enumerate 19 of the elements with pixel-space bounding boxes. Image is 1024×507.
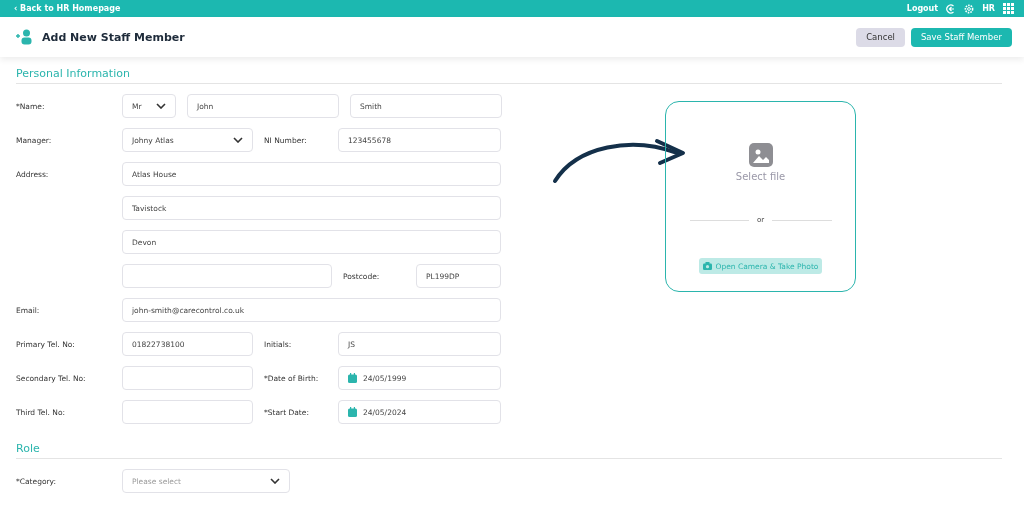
apps-grid-icon[interactable] <box>1003 3 1014 14</box>
logout-icon[interactable] <box>946 3 957 14</box>
calendar-icon <box>348 373 357 383</box>
camera-icon <box>702 262 712 270</box>
image-icon <box>748 143 773 167</box>
section-title: Personal Information <box>16 67 1002 84</box>
select-file-text: Select file <box>735 171 786 182</box>
section-title: Role <box>16 442 1002 459</box>
add-person-icon <box>16 29 33 45</box>
chevron-down-icon <box>156 103 166 109</box>
settings-icon[interactable] <box>964 3 975 14</box>
chevron-down-icon <box>270 478 280 484</box>
input-field[interactable] <box>122 264 332 288</box>
calendar-icon <box>348 407 357 417</box>
input-field[interactable] <box>122 400 253 424</box>
input-field[interactable] <box>122 366 253 390</box>
page-title: Add New Staff Member <box>42 30 185 44</box>
cancel-button[interactable]: Cancel <box>856 27 905 47</box>
chevron-down-icon <box>233 137 243 143</box>
